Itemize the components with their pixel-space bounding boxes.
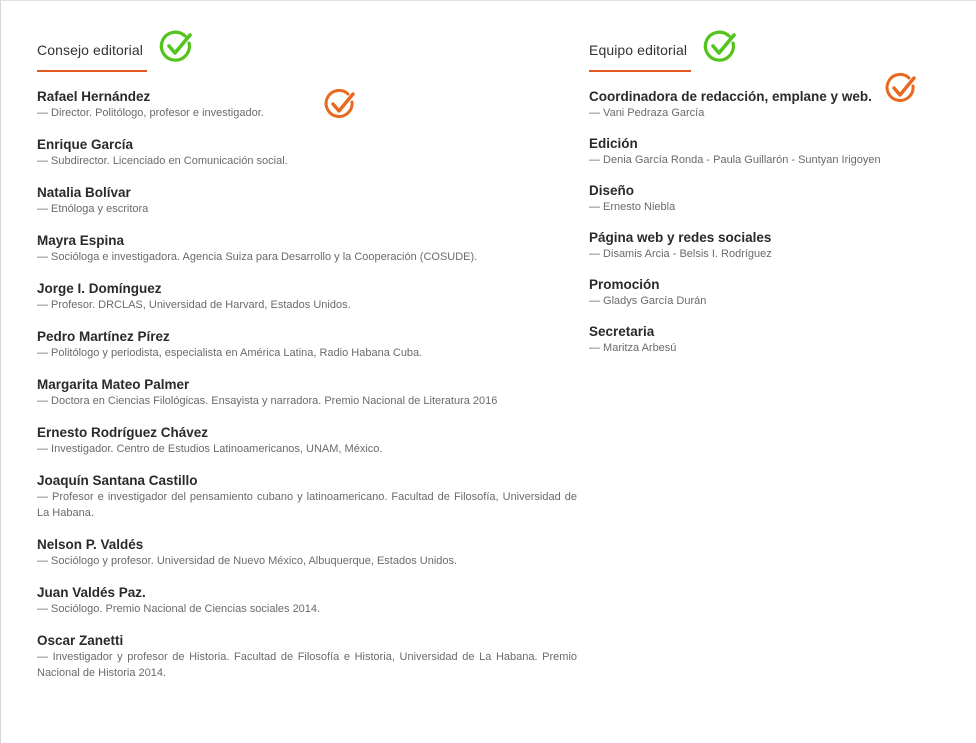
- member-description: — Sociólogo y profesor. Universidad de N…: [37, 555, 458, 567]
- member-name: Edición: [589, 136, 638, 151]
- member-name: Página web y redes sociales: [589, 230, 772, 245]
- section-header: Consejo editorial: [37, 30, 577, 72]
- member-description: — Investigador y profesor de Historia. F…: [37, 651, 577, 679]
- member-description: — Disamis Arcia - Belsis I. Rodríguez: [589, 248, 772, 260]
- member-name: Secretaria: [589, 324, 655, 339]
- member-item: Jorge I. Domínguez — Profesor. DRCLAS, Un…: [37, 280, 577, 313]
- member-item: Promoción — Gladys García Durán: [589, 276, 969, 309]
- member-item: Ernesto Rodríguez Chávez — Investigador. …: [37, 424, 577, 457]
- member-name: Diseño: [589, 183, 635, 198]
- member-item: Edición — Denia García Ronda - Paula Guil…: [589, 135, 969, 168]
- member-item: Página web y redes sociales — Disamis Arc…: [589, 229, 969, 262]
- member-name: Promoción: [589, 277, 660, 292]
- member-name: Natalia Bolívar: [37, 185, 131, 200]
- check-circle-orange-icon: [885, 73, 916, 102]
- member-description: — Sociólogo. Premio Nacional de Ciencias…: [37, 603, 321, 615]
- member-item: Juan Valdés Paz. — Sociólogo. Premio Naci…: [37, 584, 577, 617]
- member-description: — Doctora en Ciencias Filológicas. Ensay…: [37, 395, 498, 407]
- member-item: Nelson P. Valdés — Sociólogo y profesor. …: [37, 536, 577, 569]
- member-name: Jorge I. Domínguez: [37, 281, 162, 296]
- member-name: Juan Valdés Paz.: [37, 585, 146, 600]
- member-item: Margarita Mateo Palmer — Doctora en Cienc…: [37, 376, 577, 409]
- member-description: — Socióloga e investigadora. Agencia Sui…: [37, 251, 478, 263]
- member-description: — Denia García Ronda - Paula Guillarón -…: [589, 154, 881, 166]
- member-item: Secretaria — Maritza Arbesú: [589, 323, 969, 356]
- member-description: — Vani Pedraza García: [589, 107, 705, 119]
- member-name: Enrique García: [37, 137, 134, 152]
- member-description: — Director. Politólogo, profesor e inves…: [37, 107, 264, 119]
- member-name: Mayra Espina: [37, 233, 125, 248]
- member-description: — Maritza Arbesú: [589, 342, 677, 354]
- member-name: Joaquín Santana Castillo: [37, 473, 198, 488]
- member-item: Natalia Bolívar — Etnóloga y escritora: [37, 184, 577, 217]
- member-item: Diseño — Ernesto Niebla: [589, 182, 969, 215]
- member-description: — Etnóloga y escritora: [37, 203, 149, 215]
- section-underline: [37, 70, 147, 72]
- member-item: Joaquín Santana Castillo — Profesor e inv…: [37, 472, 577, 521]
- member-description: — Ernesto Niebla: [589, 201, 676, 213]
- section-title: Consejo editorial: [37, 42, 143, 58]
- check-circle-orange-icon: [324, 89, 355, 118]
- member-item: Pedro Martínez Pírez — Politólogo y perio…: [37, 328, 577, 361]
- check-circle-green-icon: [703, 30, 736, 62]
- member-description: — Subdirector. Licenciado en Comunicació…: [37, 155, 288, 167]
- member-description: — Politólogo y periodista, especialista …: [37, 347, 423, 359]
- section-title: Equipo editorial: [589, 42, 688, 58]
- member-description: — Investigador. Centro de Estudios Latin…: [37, 443, 383, 455]
- member-description: — Gladys García Durán: [589, 295, 707, 307]
- member-description: — Profesor e investigador del pensamient…: [37, 491, 577, 519]
- section-underline: [589, 70, 691, 72]
- member-name: Margarita Mateo Palmer: [37, 377, 190, 392]
- member-description: — Profesor. DRCLAS, Universidad de Harva…: [37, 299, 351, 311]
- member-item: Oscar Zanetti — Investigador y profesor d…: [37, 632, 577, 681]
- section-header: Equipo editorial: [589, 30, 969, 72]
- member-name: Rafael Hernández: [37, 89, 151, 104]
- member-name: Ernesto Rodríguez Chávez: [37, 425, 209, 440]
- member-item: Rafael Hernández — Director. Politólogo, …: [37, 88, 577, 121]
- member-item: Mayra Espina — Socióloga e investigadora.…: [37, 232, 577, 265]
- member-list: Rafael Hernández — Director. Politólogo, …: [37, 88, 577, 681]
- member-name: Pedro Martínez Pírez: [37, 329, 170, 344]
- member-name: Nelson P. Valdés: [37, 537, 144, 552]
- member-list: Coordinadora de redacción, emplane y web…: [589, 88, 969, 356]
- member-item: Enrique García — Subdirector. Licenciado …: [37, 136, 577, 169]
- member-name: Oscar Zanetti: [37, 633, 124, 648]
- consejo-editorial-section: Consejo editorial Rafael Hernández — Dire…: [37, 30, 577, 696]
- check-circle-green-icon: [159, 30, 192, 62]
